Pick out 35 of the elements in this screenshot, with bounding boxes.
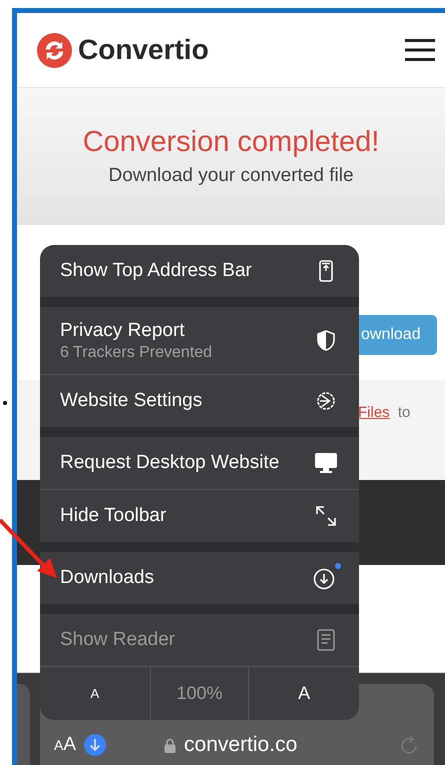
menu-item[interactable]: Hide Toolbar bbox=[40, 490, 359, 542]
url-text: convertio.co bbox=[184, 733, 298, 757]
phone-icon bbox=[319, 260, 333, 282]
increase-text-button[interactable]: A bbox=[248, 667, 359, 720]
menu-item-label: Hide Toolbar bbox=[60, 505, 166, 527]
menu-item[interactable]: Privacy Report 6 Trackers Prevented bbox=[40, 307, 359, 374]
document-icon bbox=[317, 629, 335, 651]
monitor-icon bbox=[314, 452, 338, 474]
menu-item-label: Request Desktop Website bbox=[60, 452, 280, 474]
lock-icon bbox=[164, 738, 176, 752]
logo-text[interactable]: Convertio bbox=[78, 34, 209, 66]
settings-icon bbox=[315, 390, 337, 412]
dot-mark bbox=[3, 401, 7, 405]
menu-item-subtitle: 6 Trackers Prevented bbox=[60, 344, 212, 362]
menu-item-label: Privacy Report bbox=[60, 320, 186, 342]
menu-icon[interactable] bbox=[405, 39, 435, 61]
menu-item[interactable]: Website Settings bbox=[40, 375, 359, 427]
menu-item[interactable]: Show Top Address Bar bbox=[40, 245, 359, 297]
menu-item-label: Website Settings bbox=[60, 390, 202, 412]
expand-arrows-icon bbox=[315, 505, 337, 527]
hero-title: Conversion completed! bbox=[82, 126, 380, 159]
hero-subtitle: Download your converted file bbox=[108, 165, 354, 187]
menu-item-label: Show Reader bbox=[60, 629, 176, 651]
text-size-button[interactable]: AA bbox=[54, 734, 76, 756]
menu-item-label: Show Top Address Bar bbox=[60, 260, 252, 282]
download-icon[interactable] bbox=[84, 734, 106, 756]
menu-item[interactable]: Downloads bbox=[40, 552, 359, 604]
menu-item-label: Downloads bbox=[60, 567, 154, 589]
shield-icon bbox=[317, 330, 335, 351]
arrow-drawing bbox=[0, 518, 60, 580]
menu-item[interactable]: Request Desktop Website bbox=[40, 437, 359, 489]
logo-icon bbox=[37, 32, 72, 68]
note-text: to bbox=[398, 404, 410, 421]
zoom-level: 100% bbox=[150, 667, 248, 720]
files-link[interactable]: Files bbox=[358, 404, 390, 421]
